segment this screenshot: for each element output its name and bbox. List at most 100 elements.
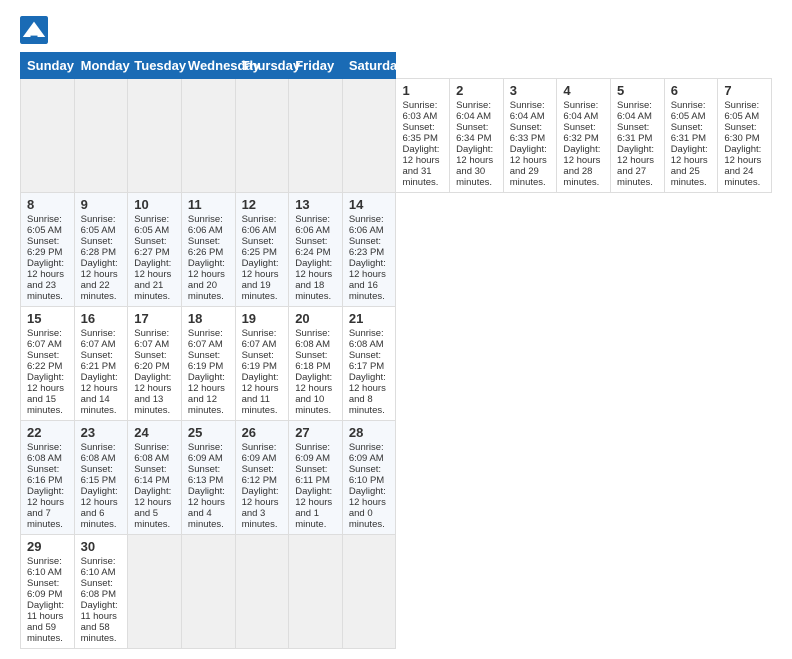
daylight-text: Daylight: 12 hours and 7 minutes. [27,486,68,530]
daylight-text: Daylight: 12 hours and 3 minutes. [242,486,283,530]
sunrise-text: Sunrise: 6:04 AM [510,100,551,122]
calendar-cell: 16Sunrise: 6:07 AMSunset: 6:21 PMDayligh… [74,307,128,421]
daylight-text: Daylight: 12 hours and 10 minutes. [295,372,336,416]
day-number: 26 [242,425,283,440]
day-number: 24 [134,425,175,440]
day-number: 10 [134,197,175,212]
sunrise-text: Sunrise: 6:07 AM [27,328,68,350]
sunset-text: Sunset: 6:26 PM [188,236,229,258]
col-thursday: Thursday [235,53,289,79]
sunset-text: Sunset: 6:25 PM [242,236,283,258]
sunset-text: Sunset: 6:21 PM [81,350,122,372]
col-friday: Friday [289,53,343,79]
daylight-text: Daylight: 12 hours and 28 minutes. [563,144,604,188]
calendar-cell [342,79,396,193]
sunset-text: Sunset: 6:35 PM [402,122,443,144]
calendar-cell: 27Sunrise: 6:09 AMSunset: 6:11 PMDayligh… [289,421,343,535]
sunrise-text: Sunrise: 6:04 AM [456,100,497,122]
daylight-text: Daylight: 12 hours and 16 minutes. [349,258,390,302]
sunrise-text: Sunrise: 6:07 AM [81,328,122,350]
sunrise-text: Sunrise: 6:07 AM [242,328,283,350]
calendar-cell [235,79,289,193]
sunset-text: Sunset: 6:32 PM [563,122,604,144]
calendar-cell: 19Sunrise: 6:07 AMSunset: 6:19 PMDayligh… [235,307,289,421]
day-number: 23 [81,425,122,440]
calendar-cell: 13Sunrise: 6:06 AMSunset: 6:24 PMDayligh… [289,193,343,307]
sunset-text: Sunset: 6:28 PM [81,236,122,258]
day-number: 29 [27,539,68,554]
sunrise-text: Sunrise: 6:06 AM [242,214,283,236]
calendar-table: Sunday Monday Tuesday Wednesday Thursday… [20,52,772,649]
daylight-text: Daylight: 11 hours and 59 minutes. [27,600,68,644]
calendar-cell: 10Sunrise: 6:05 AMSunset: 6:27 PMDayligh… [128,193,182,307]
sunrise-text: Sunrise: 6:06 AM [349,214,390,236]
sunrise-text: Sunrise: 6:07 AM [134,328,175,350]
daylight-text: Daylight: 12 hours and 11 minutes. [242,372,283,416]
calendar-cell: 28Sunrise: 6:09 AMSunset: 6:10 PMDayligh… [342,421,396,535]
calendar-cell: 18Sunrise: 6:07 AMSunset: 6:19 PMDayligh… [181,307,235,421]
day-number: 8 [27,197,68,212]
logo-icon [20,16,48,44]
calendar-cell [342,535,396,649]
sunrise-text: Sunrise: 6:06 AM [188,214,229,236]
calendar-cell: 26Sunrise: 6:09 AMSunset: 6:12 PMDayligh… [235,421,289,535]
day-number: 15 [27,311,68,326]
col-monday: Monday [74,53,128,79]
calendar-cell: 2 Sunrise: 6:04 AMSunset: 6:34 PMDaylight… [450,79,504,193]
day-number: 2 [456,83,497,98]
calendar-cell: 24Sunrise: 6:08 AMSunset: 6:14 PMDayligh… [128,421,182,535]
day-number: 28 [349,425,390,440]
logo [20,16,52,44]
daylight-text: Daylight: 12 hours and 15 minutes. [27,372,68,416]
day-number: 11 [188,197,229,212]
sunset-text: Sunset: 6:22 PM [27,350,68,372]
calendar-cell: 23Sunrise: 6:08 AMSunset: 6:15 PMDayligh… [74,421,128,535]
calendar-cell [128,535,182,649]
daylight-text: Daylight: 11 hours and 58 minutes. [81,600,122,644]
daylight-text: Daylight: 12 hours and 20 minutes. [188,258,229,302]
daylight-text: Daylight: 12 hours and 12 minutes. [188,372,229,416]
day-number: 18 [188,311,229,326]
calendar-cell: 11 Sunrise: 6:06 AMSunset: 6:26 PMDayligh… [181,193,235,307]
calendar-cell [289,79,343,193]
calendar-cell: 8Sunrise: 6:05 AMSunset: 6:29 PMDaylight… [21,193,75,307]
sunset-text: Sunset: 6:12 PM [242,464,283,486]
sunrise-text: Sunrise: 6:09 AM [349,442,390,464]
day-number: 13 [295,197,336,212]
daylight-text: Daylight: 12 hours and 24 minutes. [724,144,765,188]
daylight-text: Daylight: 12 hours and 18 minutes. [295,258,336,302]
sunset-text: Sunset: 6:20 PM [134,350,175,372]
sunrise-text: Sunrise: 6:08 AM [295,328,336,350]
daylight-text: Daylight: 12 hours and 5 minutes. [134,486,175,530]
day-number: 21 [349,311,390,326]
day-number: 27 [295,425,336,440]
day-number: 14 [349,197,390,212]
day-number: 9 [81,197,122,212]
day-number: 12 [242,197,283,212]
daylight-text: Daylight: 12 hours and 30 minutes. [456,144,497,188]
calendar-cell: 15 Sunrise: 6:07 AMSunset: 6:22 PMDayligh… [21,307,75,421]
daylight-text: Daylight: 12 hours and 23 minutes. [27,258,68,302]
daylight-text: Daylight: 12 hours and 8 minutes. [349,372,390,416]
calendar-cell: 25Sunrise: 6:09 AMSunset: 6:13 PMDayligh… [181,421,235,535]
daylight-text: Daylight: 12 hours and 22 minutes. [81,258,122,302]
sunset-text: Sunset: 6:27 PM [134,236,175,258]
daylight-text: Daylight: 12 hours and 6 minutes. [81,486,122,530]
sunset-text: Sunset: 6:17 PM [349,350,390,372]
sunrise-text: Sunrise: 6:08 AM [27,442,68,464]
daylight-text: Daylight: 12 hours and 4 minutes. [188,486,229,530]
sunset-text: Sunset: 6:34 PM [456,122,497,144]
daylight-text: Daylight: 12 hours and 13 minutes. [134,372,175,416]
page: Sunday Monday Tuesday Wednesday Thursday… [0,0,792,659]
sunrise-text: Sunrise: 6:05 AM [134,214,175,236]
sunset-text: Sunset: 6:19 PM [188,350,229,372]
daylight-text: Daylight: 12 hours and 1 minute. [295,486,336,530]
day-number: 16 [81,311,122,326]
sunrise-text: Sunrise: 6:08 AM [134,442,175,464]
calendar-cell: 30Sunrise: 6:10 AMSunset: 6:08 PMDayligh… [74,535,128,649]
sunrise-text: Sunrise: 6:04 AM [617,100,658,122]
sunset-text: Sunset: 6:23 PM [349,236,390,258]
calendar-cell [235,535,289,649]
daylight-text: Daylight: 12 hours and 25 minutes. [671,144,712,188]
day-number: 19 [242,311,283,326]
